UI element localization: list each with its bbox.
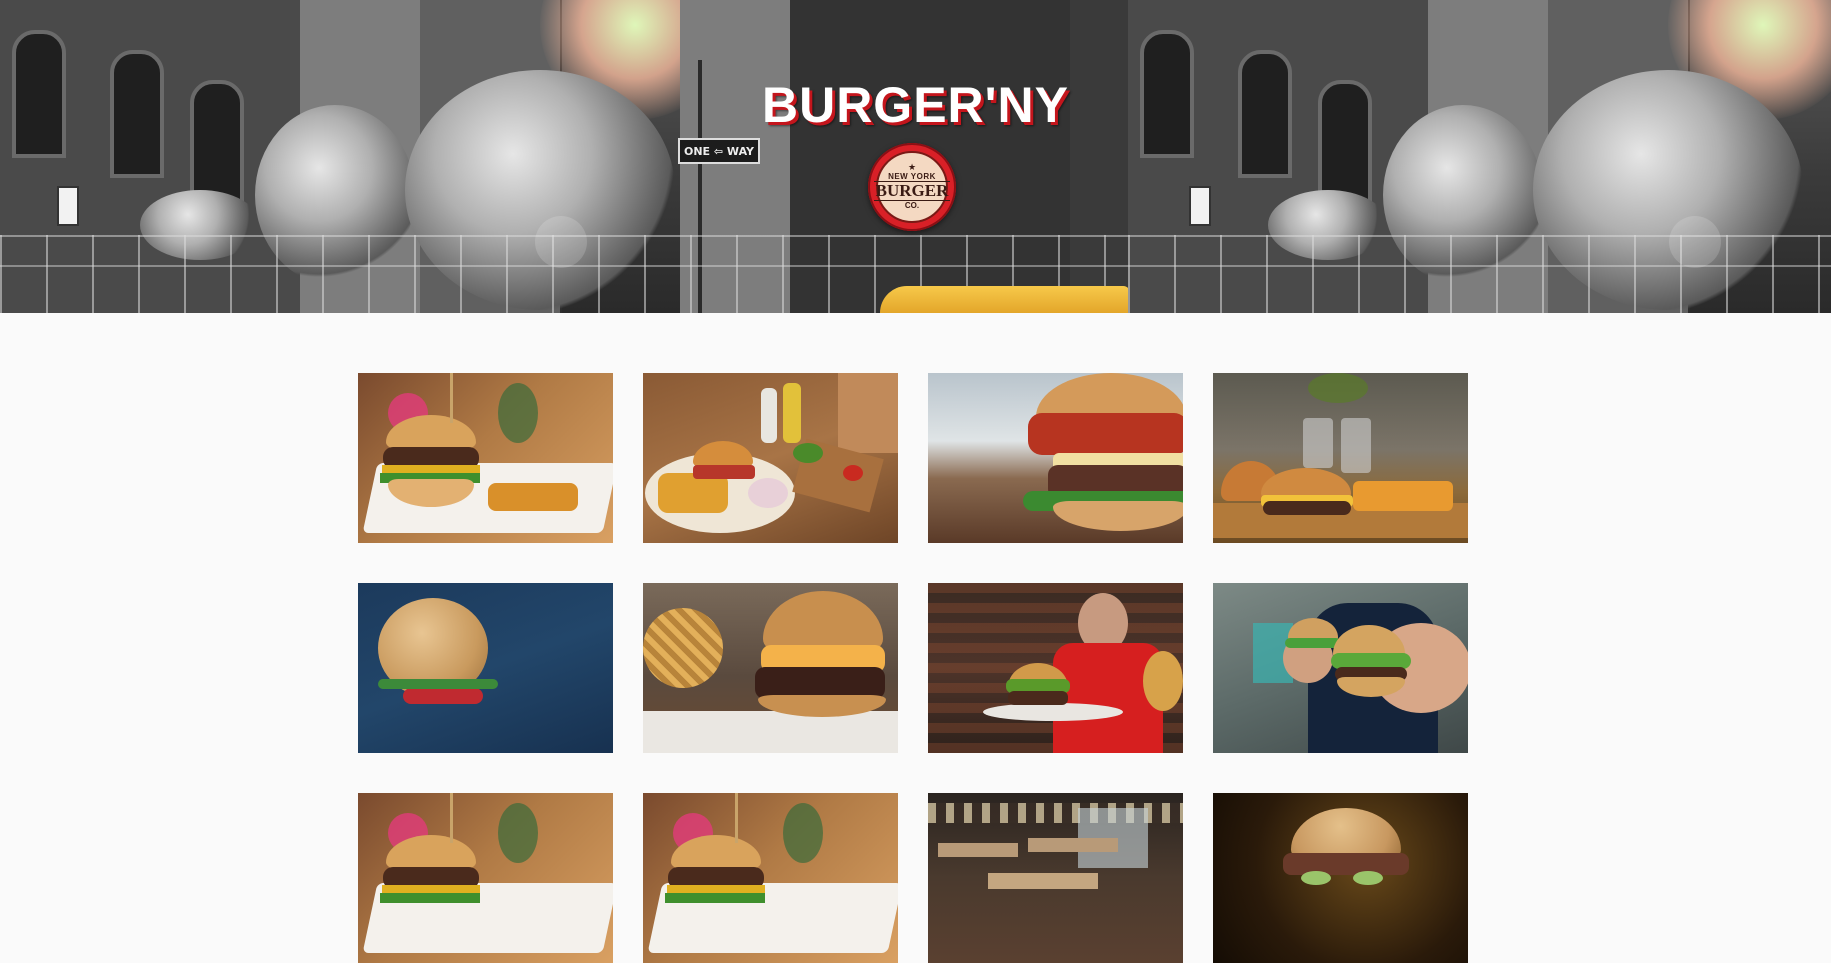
hero-image-left: ONE ⇦ WAY (0, 0, 1128, 313)
logo-main-text: BURGER (873, 181, 951, 201)
hero-image-right (1128, 0, 1831, 313)
photo-gallery (358, 373, 1468, 963)
gallery-photo[interactable] (928, 793, 1183, 963)
logo-top-text: NEW YORK (888, 172, 936, 181)
notice-sign (57, 186, 79, 226)
brand-title: BURGER'NY (761, 77, 1070, 133)
gallery-photo[interactable] (643, 373, 898, 543)
scaffolding (1128, 235, 1831, 313)
gallery-photo[interactable] (1213, 373, 1468, 543)
gallery-photo[interactable] (928, 373, 1183, 543)
gallery-photo[interactable] (1213, 583, 1468, 753)
hero-banner: ONE ⇦ WAY BURGER'NY ★ NEW YORK BURGER CO… (0, 0, 1831, 313)
notice-sign (1189, 186, 1211, 226)
slider-next-control[interactable] (1669, 216, 1721, 268)
gallery-photo[interactable] (643, 583, 898, 753)
brand-logo[interactable]: ★ NEW YORK BURGER CO. (868, 143, 956, 231)
gallery-photo[interactable] (358, 583, 613, 753)
gallery-photo[interactable] (358, 793, 613, 963)
brand-logo-badge: ★ NEW YORK BURGER CO. (873, 151, 951, 223)
gallery-photo[interactable] (643, 793, 898, 963)
one-way-sign: ONE ⇦ WAY (678, 138, 760, 164)
gallery-photo[interactable] (1213, 793, 1468, 963)
gallery-photo[interactable] (358, 373, 613, 543)
taxi-cab (880, 286, 1128, 313)
star-icon: ★ (907, 162, 917, 172)
logo-bottom-text: CO. (904, 201, 920, 210)
gallery-photo[interactable] (928, 583, 1183, 753)
slider-prev-control[interactable] (535, 216, 587, 268)
